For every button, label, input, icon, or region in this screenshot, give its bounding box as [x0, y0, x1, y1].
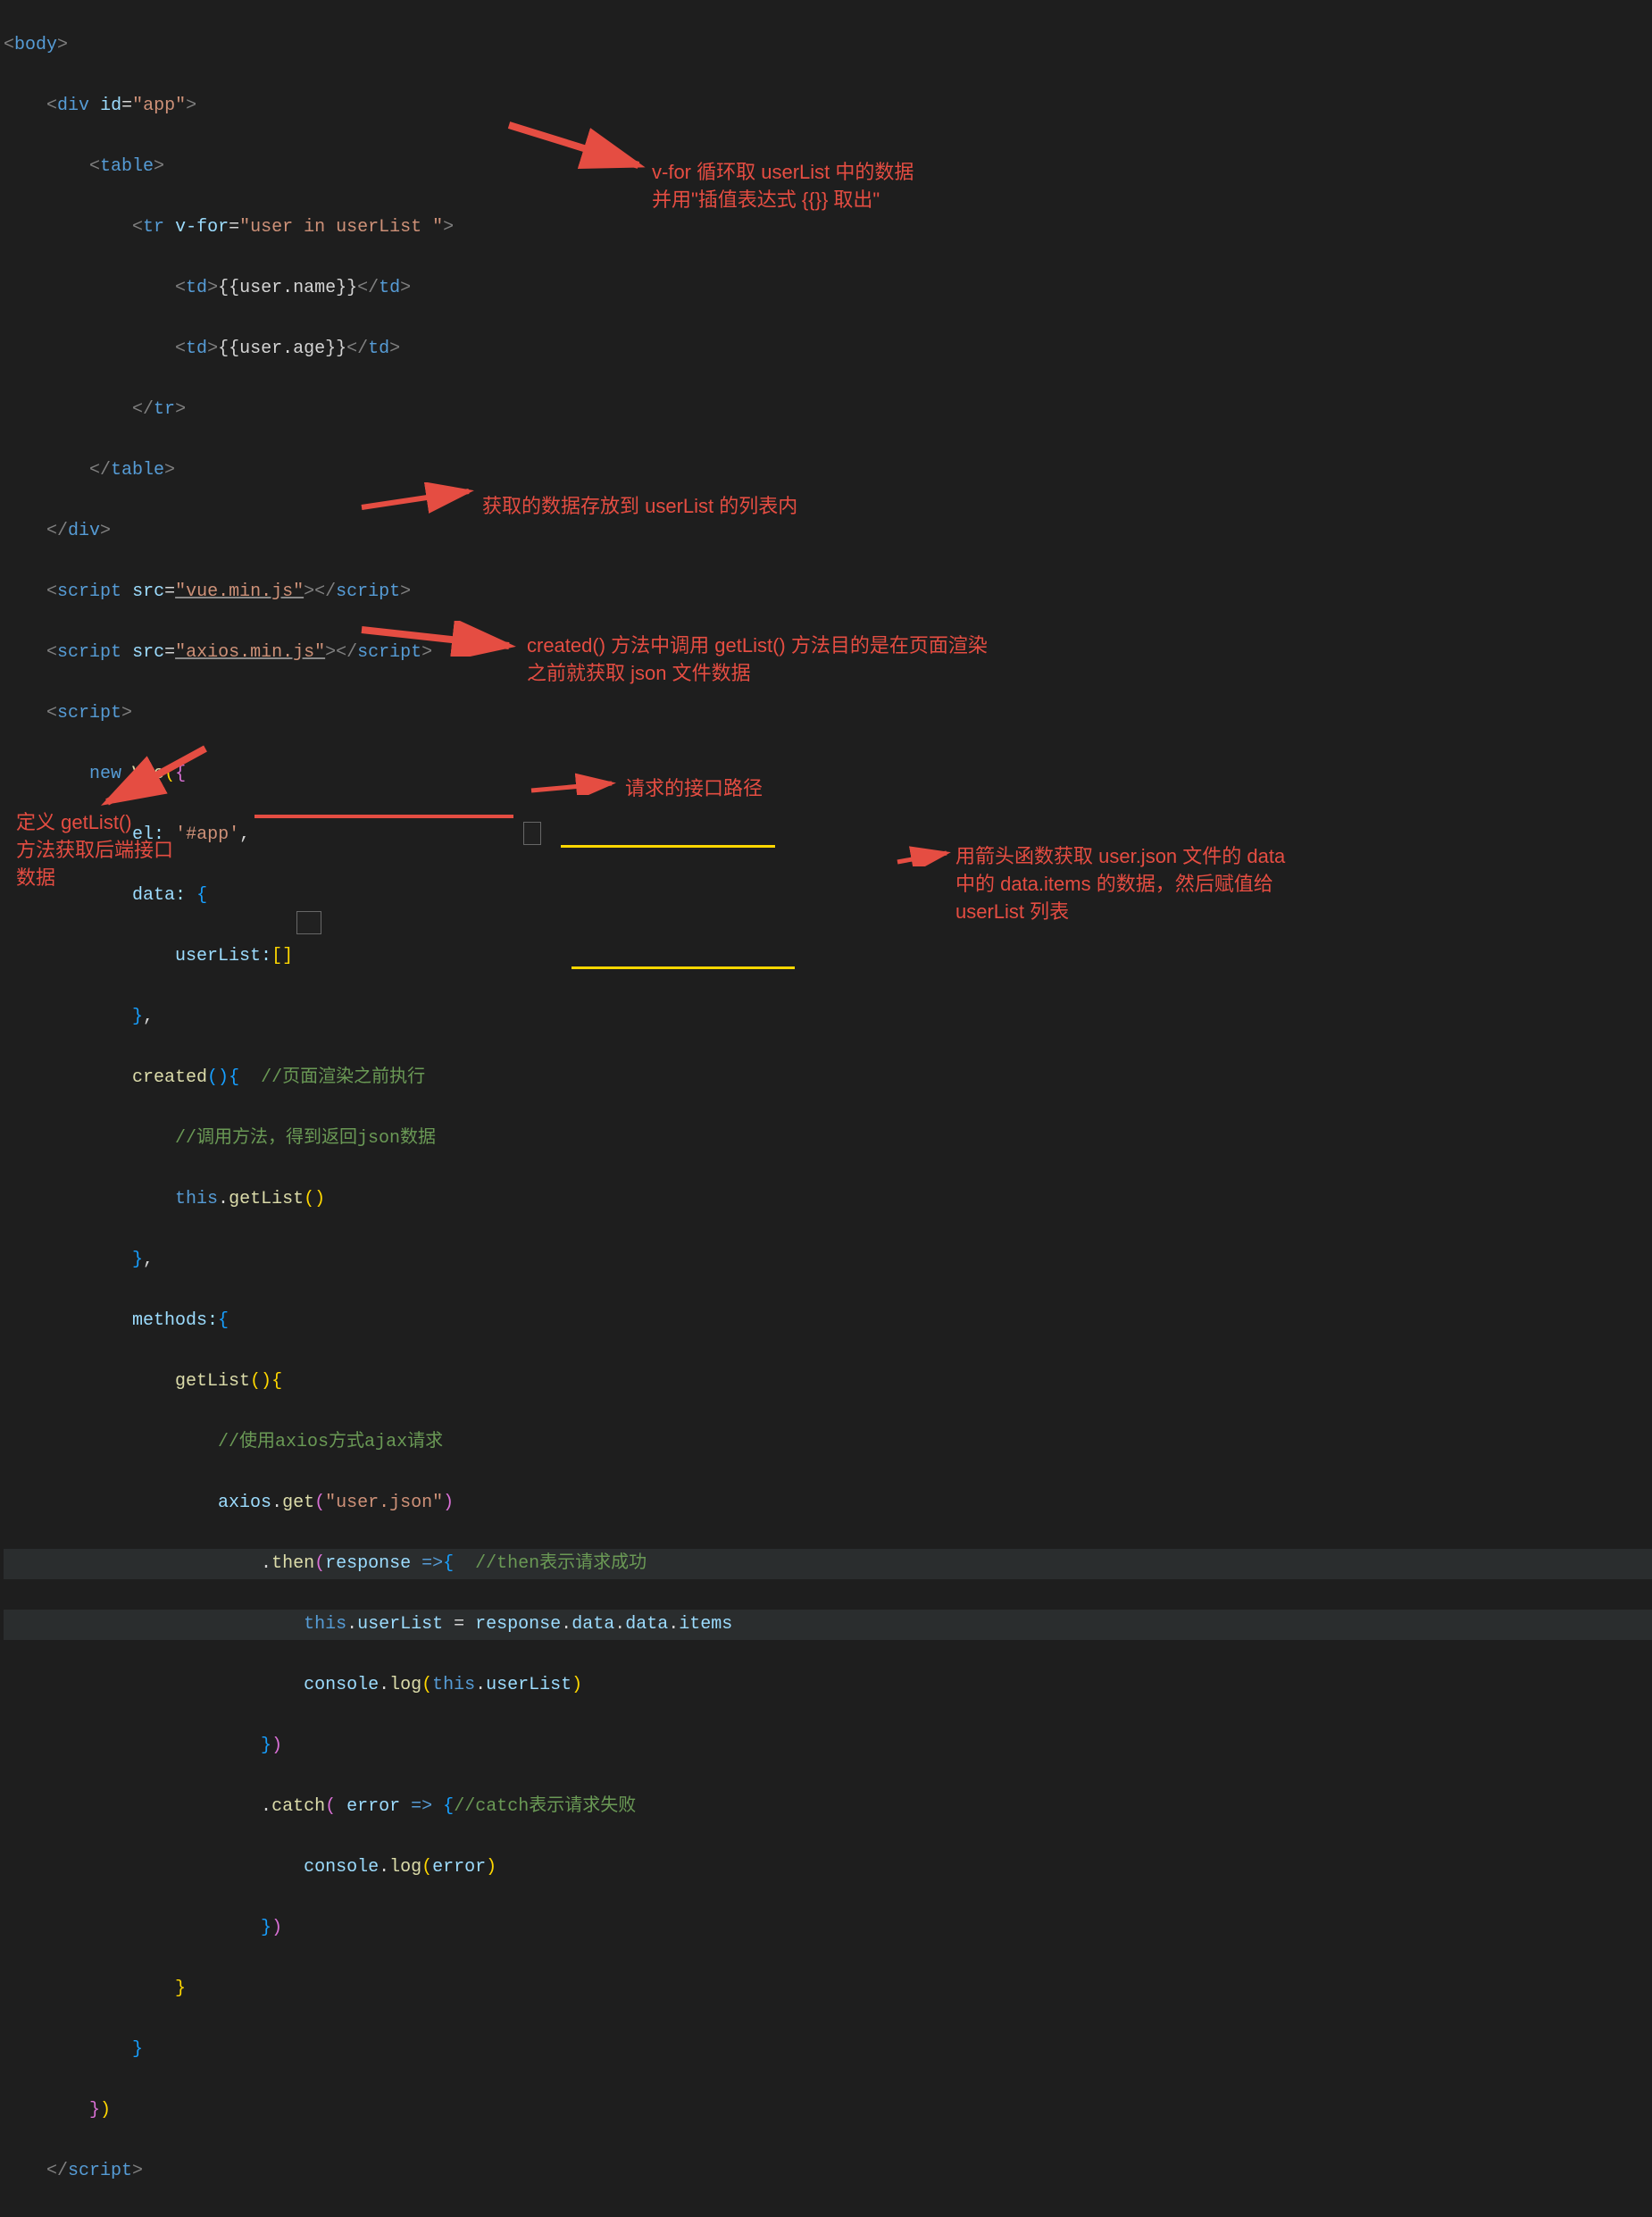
annotation-vfor: v-for 循环取 userList 中的数据 并用"插值表达式 {{}} 取出… — [652, 159, 914, 214]
annotation-api-path: 请求的接口路径 — [625, 775, 763, 803]
tag-table: table — [100, 156, 154, 177]
tag-body: body — [14, 35, 57, 55]
red-underline — [254, 815, 513, 818]
yellow-underline — [572, 966, 795, 969]
bracket-match-highlight — [296, 911, 321, 934]
code-editor[interactable]: <body> <div id="app"> <table> <tr v-for=… — [0, 0, 1652, 2217]
annotation-userlist-storage: 获取的数据存放到 userList 的列表内 — [482, 493, 797, 521]
annotation-getlist-def: 定义 getList() 方法获取后端接口 数据 — [16, 809, 173, 891]
annotation-arrow-fn: 用箭头函数获取 user.json 文件的 data 中的 data.items… — [955, 843, 1285, 925]
yellow-underline — [561, 845, 775, 848]
bracket-match-highlight — [523, 822, 541, 845]
tag-div: div — [57, 96, 89, 116]
tag-tr: tr — [143, 217, 164, 238]
annotation-created: created() 方法中调用 getList() 方法目的是在页面渲染 之前就… — [527, 632, 988, 688]
tag-script: script — [57, 581, 121, 602]
